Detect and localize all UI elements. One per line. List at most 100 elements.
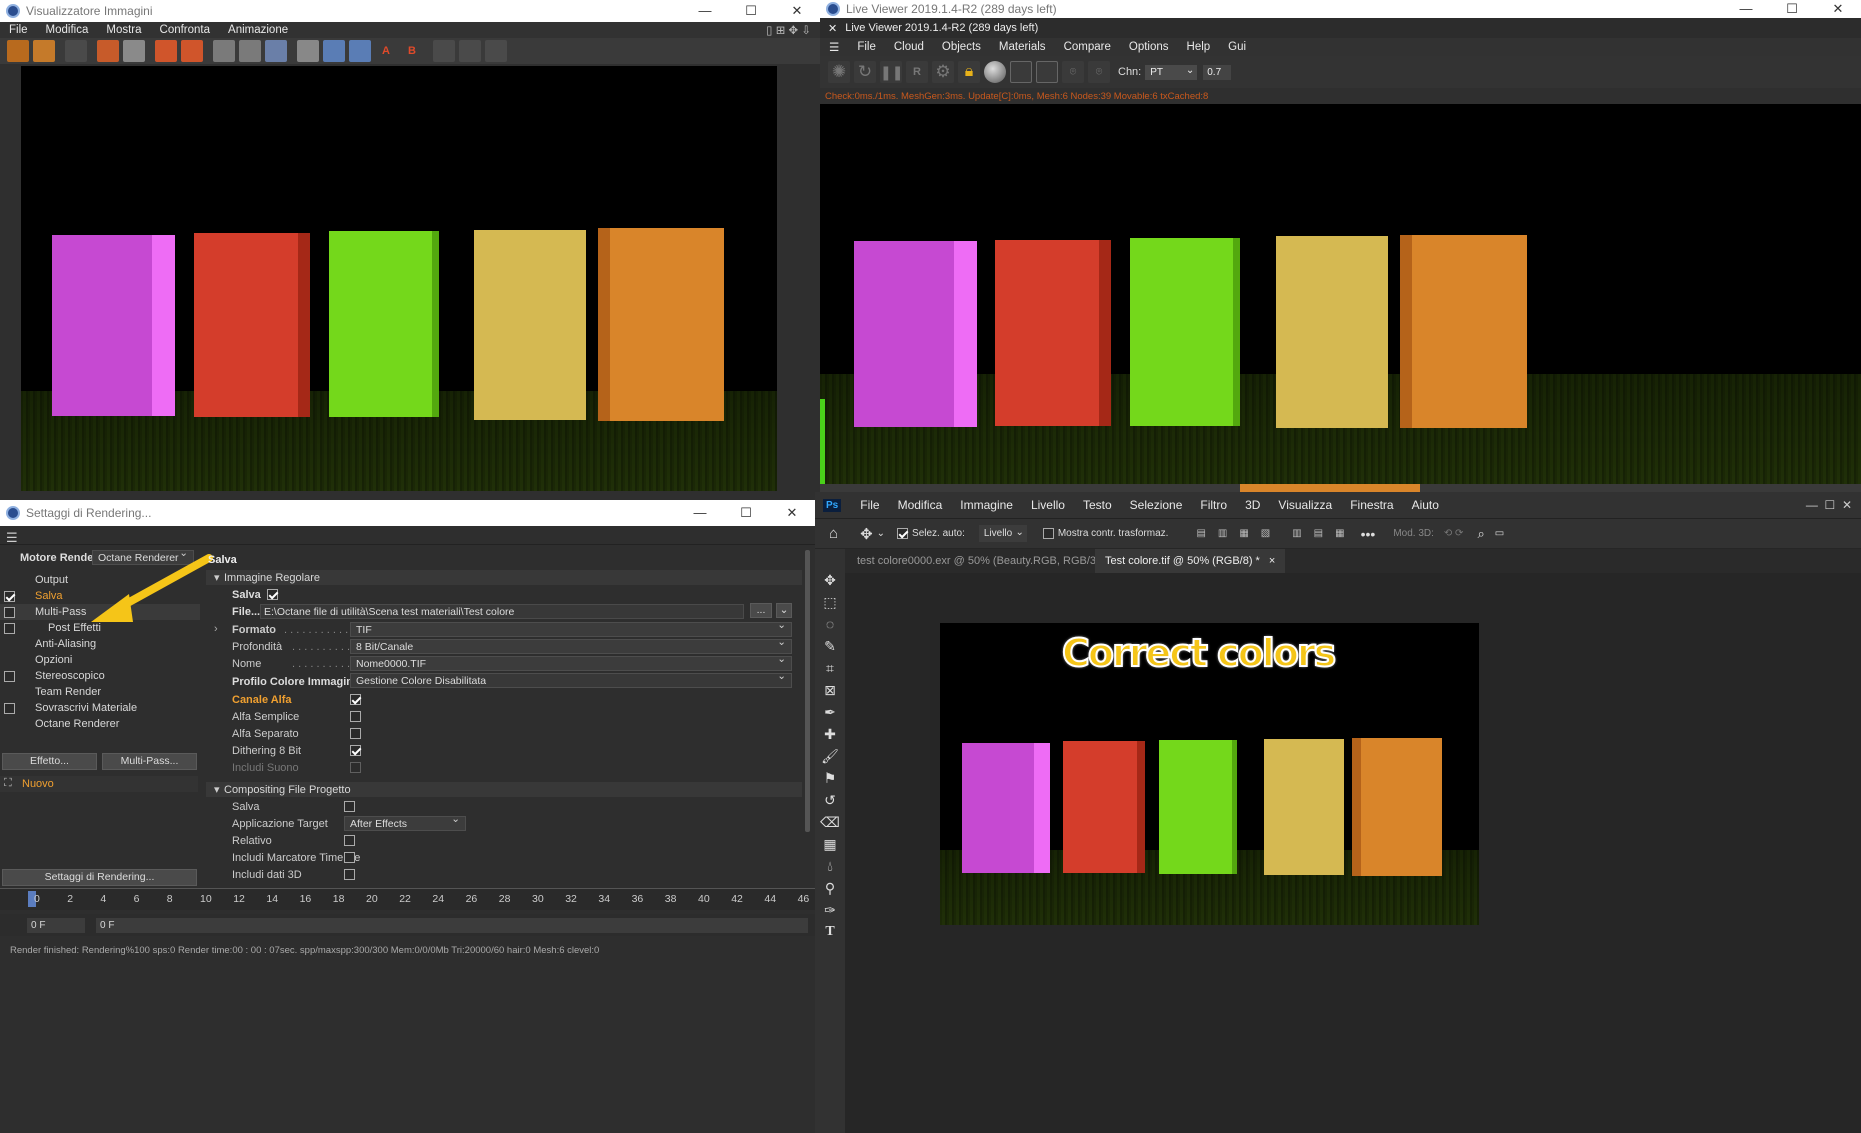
effect-button[interactable]: Effetto...	[2, 753, 97, 770]
region-icon[interactable]: R	[906, 61, 928, 83]
stack-icon[interactable]	[181, 40, 203, 62]
view-a-icon[interactable]	[213, 40, 235, 62]
menu-modifica[interactable]: Modifica	[37, 24, 98, 36]
maximize-icon[interactable]: ☐	[728, 0, 774, 22]
close-icon[interactable]: ✕	[1815, 0, 1861, 18]
chevron-down-icon[interactable]: ⌄	[877, 528, 885, 539]
menu-aiuto[interactable]: Aiuto	[1403, 498, 1448, 512]
field-select[interactable]: Nome0000.TIF	[350, 653, 792, 671]
tree-item-checkbox[interactable]	[4, 622, 15, 634]
minimize-icon[interactable]: —	[1723, 0, 1769, 18]
gradient-icon[interactable]: ▦	[819, 833, 841, 855]
dodge-icon[interactable]: ⚲	[819, 877, 841, 899]
tree-item[interactable]: Anti-Aliasing	[0, 636, 200, 652]
file-path-field[interactable]: E:\Octane file di utilità\Scena test mat…	[260, 604, 744, 619]
maximize-icon[interactable]: ☐	[1769, 0, 1815, 18]
settings-icon[interactable]: ⚙	[932, 61, 954, 83]
layer-select[interactable]: Livello ⌄	[978, 525, 1027, 542]
option-checkbox[interactable]	[350, 711, 361, 722]
pin-icon[interactable]: ⌾	[1062, 61, 1084, 83]
profile-select[interactable]: Gestione Colore Disabilitata	[350, 670, 792, 688]
open-icon[interactable]	[7, 40, 29, 62]
workspace-icon[interactable]: ▭	[1495, 528, 1504, 539]
search-icon[interactable]: ⌕	[1477, 526, 1484, 542]
menu-finestra[interactable]: Finestra	[1341, 498, 1402, 512]
menu-mostra[interactable]: Mostra	[97, 24, 150, 36]
view-b-icon[interactable]	[239, 40, 261, 62]
frame-icon[interactable]	[1010, 61, 1032, 83]
menu-objects[interactable]: Objects	[933, 41, 990, 53]
live-viewer-canvas[interactable]	[820, 104, 1861, 484]
maximize-icon[interactable]: ☐	[723, 502, 769, 524]
tree-item[interactable]: Octane Renderer	[0, 716, 200, 732]
menu-help[interactable]: Help	[1178, 41, 1220, 53]
browse-button[interactable]: ...	[750, 603, 772, 618]
eraser-icon[interactable]: ⌫	[819, 811, 841, 833]
tree-item[interactable]: Team Render	[0, 684, 200, 700]
menu-selezione[interactable]: Selezione	[1121, 498, 1192, 512]
pin2-icon[interactable]: ⌾	[1088, 61, 1110, 83]
menu-file[interactable]: File	[851, 498, 888, 512]
file-dropdown-icon[interactable]: ⌄	[776, 603, 792, 618]
close-icon[interactable]: ✕	[774, 0, 820, 22]
tree-item[interactable]: Opzioni	[0, 652, 200, 668]
field-select[interactable]: 8 Bit/Canale	[350, 636, 792, 654]
align-icons[interactable]: ▤▥▦▧	[1196, 528, 1282, 539]
tree-item[interactable]: Sovrascrivi Materiale	[0, 700, 200, 716]
menu-livello[interactable]: Livello	[1022, 498, 1074, 512]
close-tab-icon[interactable]: ✕	[820, 22, 845, 35]
ab-icon[interactable]	[297, 40, 319, 62]
crop-icon[interactable]	[97, 40, 119, 62]
restart-icon[interactable]: ↻	[854, 61, 876, 83]
minimize-icon[interactable]: —	[677, 502, 723, 524]
photoshop-document-canvas[interactable]: Correct colors	[940, 623, 1479, 925]
move-tool-icon[interactable]: ✥	[819, 569, 841, 591]
quick-select-icon[interactable]: ✎	[819, 635, 841, 657]
eyedropper-icon[interactable]: ✒	[819, 701, 841, 723]
frame-tool-icon[interactable]: ⊠	[819, 679, 841, 701]
stamp-icon[interactable]: ⚑	[819, 767, 841, 789]
group-header-regular[interactable]: ▾ Immagine Regolare	[206, 570, 802, 585]
group-header-compositing[interactable]: ▾ Compositing File Progetto	[206, 782, 802, 797]
option-checkbox[interactable]	[344, 835, 355, 846]
home-icon[interactable]: ⌂	[829, 525, 838, 542]
copy-icon[interactable]	[155, 40, 177, 62]
blur-icon[interactable]: 💧︎	[819, 855, 841, 877]
save-icon[interactable]	[33, 40, 55, 62]
menu-filtro[interactable]: Filtro	[1191, 498, 1236, 512]
menu-file[interactable]: File	[0, 24, 37, 36]
lasso-tool-icon[interactable]: ◌	[819, 613, 841, 635]
salva-checkbox[interactable]	[266, 589, 278, 600]
option-checkbox[interactable]	[350, 728, 361, 739]
tree-item-checkbox[interactable]	[4, 590, 15, 602]
menu-animazione[interactable]: Animazione	[219, 24, 297, 36]
timeline-ruler[interactable]: 0 2 4 6 8 10 12 14 16 18 20 22 24 26 28 30 32 34 36 38 40 42 4…	[0, 888, 815, 910]
option-checkbox[interactable]	[350, 694, 361, 705]
menu-modifica[interactable]: Modifica	[889, 498, 952, 512]
material-ball-icon[interactable]	[984, 61, 1006, 83]
pause-icon[interactable]: ❚❚	[880, 61, 903, 83]
menu-materials[interactable]: Materials	[990, 41, 1055, 53]
multipass-button[interactable]: Multi-Pass...	[102, 753, 197, 770]
chn-number[interactable]: 0.7	[1203, 64, 1232, 80]
menu-gui[interactable]: Gui	[1219, 41, 1255, 53]
target-app-select[interactable]: After Effects	[344, 813, 466, 831]
right-scrollbar[interactable]	[805, 550, 810, 832]
history-brush-icon[interactable]: ↺	[819, 789, 841, 811]
ps-window-controls[interactable]: — ☐ ✕	[1797, 498, 1861, 512]
menu-file[interactable]: File	[848, 41, 885, 53]
crop-tool-icon[interactable]: ⌗	[819, 657, 841, 679]
tab-exr[interactable]: test colore0000.exr @ 50% (Beauty.RGB, R…	[847, 549, 1136, 573]
option-checkbox[interactable]	[344, 869, 355, 880]
expand-icon[interactable]: ›	[214, 623, 218, 635]
minimize-icon[interactable]: —	[682, 0, 728, 22]
compare-a-icon[interactable]	[323, 40, 345, 62]
menu-compare[interactable]: Compare	[1055, 41, 1120, 53]
hamburger-icon[interactable]: ☰	[820, 40, 848, 54]
close-icon[interactable]: ✕	[769, 502, 815, 524]
option-checkbox[interactable]	[344, 801, 355, 812]
healing-icon[interactable]: ✚	[819, 723, 841, 745]
option-checkbox[interactable]	[344, 852, 355, 863]
filter-icon[interactable]	[265, 40, 287, 62]
tree-item[interactable]: Stereoscopico	[0, 668, 200, 684]
